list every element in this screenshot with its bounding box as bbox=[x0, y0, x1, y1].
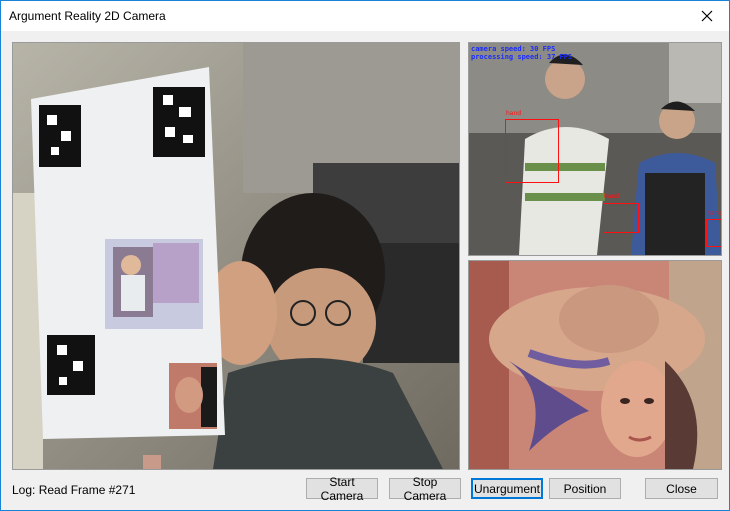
title-bar: Argument Reality 2D Camera bbox=[1, 1, 729, 31]
processing-speed-label: processing speed: 37 FPS bbox=[471, 53, 573, 61]
log-text: Log: Read Frame #271 bbox=[12, 483, 136, 497]
detection-box bbox=[706, 219, 721, 247]
detection-box bbox=[505, 119, 559, 183]
stop-camera-button[interactable]: Stop Camera bbox=[389, 475, 461, 503]
window-title: Argument Reality 2D Camera bbox=[9, 9, 166, 23]
client-area: camera speed: 30 FPS processing speed: 3… bbox=[1, 31, 729, 510]
unargument-button[interactable]: Unargument bbox=[471, 478, 543, 499]
app-window: Argument Reality 2D Camera camera speed:… bbox=[0, 0, 730, 511]
reference-image-view bbox=[468, 260, 722, 470]
detection-box bbox=[603, 203, 639, 233]
detection-label: hand bbox=[604, 193, 620, 200]
main-camera-image bbox=[13, 43, 459, 469]
start-camera-button[interactable]: Start Camera bbox=[306, 475, 378, 503]
detection-label: hand bbox=[707, 210, 722, 217]
processed-camera-view: camera speed: 30 FPS processing speed: 3… bbox=[468, 42, 722, 256]
reference-image bbox=[469, 261, 721, 469]
detection-label: hand bbox=[506, 110, 522, 117]
position-button[interactable]: Position bbox=[549, 478, 621, 499]
window-close-icon[interactable] bbox=[685, 1, 729, 31]
main-camera-view bbox=[12, 42, 460, 470]
close-button[interactable]: Close bbox=[645, 478, 718, 499]
camera-speed-label: camera speed: 30 FPS bbox=[471, 45, 556, 53]
